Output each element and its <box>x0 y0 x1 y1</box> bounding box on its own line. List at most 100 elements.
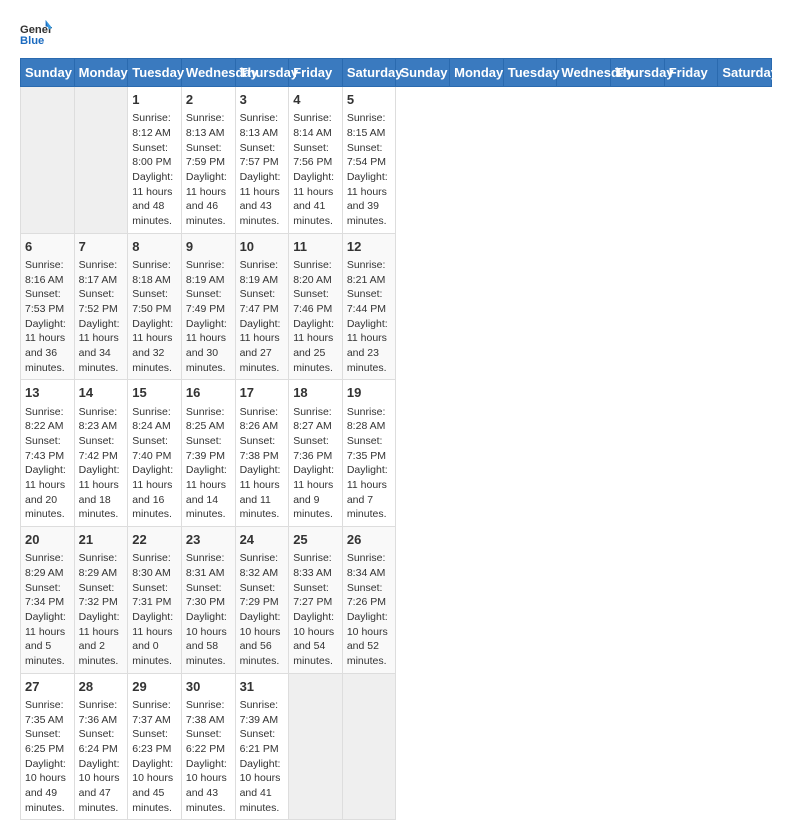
sunset: Sunset: 7:59 PM <box>186 142 225 169</box>
daylight: Daylight: 10 hours and 43 minutes. <box>186 758 227 814</box>
day-cell: 3Sunrise: 8:13 AMSunset: 7:57 PMDaylight… <box>235 87 289 234</box>
day-cell: 14Sunrise: 8:23 AMSunset: 7:42 PMDayligh… <box>74 380 128 527</box>
day-number: 28 <box>79 678 124 696</box>
daylight: Daylight: 10 hours and 41 minutes. <box>240 758 281 814</box>
sunrise: Sunrise: 8:23 AM <box>79 406 118 433</box>
day-cell: 7Sunrise: 8:17 AMSunset: 7:52 PMDaylight… <box>74 233 128 380</box>
day-cell: 2 Sunrise: 8:13 AM Sunset: 7:59 PMDaylight… <box>181 87 235 234</box>
day-number: 4 <box>293 91 338 109</box>
daylight: Daylight: 11 hours and 48 minutes. <box>132 171 173 227</box>
day-cell: 1Sunrise: 8:12 AMSunset: 8:00 PMDaylight… <box>128 87 182 234</box>
sunrise: Sunrise: 8:29 AM <box>25 552 64 579</box>
sunset: Sunset: 7:47 PM <box>240 288 279 315</box>
day-number: 6 <box>25 238 70 256</box>
daylight: Daylight: 10 hours and 54 minutes. <box>293 611 334 667</box>
header-row: SundayMondayTuesdayWednesdayThursdayFrid… <box>21 59 772 87</box>
week-row-2: 6Sunrise: 8:16 AMSunset: 7:53 PMDaylight… <box>21 233 772 380</box>
sunrise: Sunrise: 8:26 AM <box>240 406 279 433</box>
sunrise: Sunrise: 8:20 AM <box>293 259 332 286</box>
col-header-saturday: Saturday <box>718 59 772 87</box>
col-header-sunday: Sunday <box>396 59 450 87</box>
daylight: Daylight: 11 hours and 20 minutes. <box>25 464 66 520</box>
col-header-tuesday: Tuesday <box>128 59 182 87</box>
day-number: 2 <box>186 91 231 109</box>
day-cell: 31Sunrise: 7:39 AMSunset: 6:21 PMDayligh… <box>235 673 289 820</box>
daylight: Daylight: 11 hours and 46 minutes. <box>186 171 227 227</box>
sunrise: Sunrise: 8:13 AM <box>186 112 225 139</box>
day-cell: 9Sunrise: 8:19 AMSunset: 7:49 PMDaylight… <box>181 233 235 380</box>
daylight: Daylight: 11 hours and 23 minutes. <box>347 318 388 374</box>
page-header: General Blue <box>20 20 772 48</box>
day-cell: 17Sunrise: 8:26 AMSunset: 7:38 PMDayligh… <box>235 380 289 527</box>
sunset: Sunset: 6:23 PM <box>132 728 171 755</box>
day-cell: 23Sunrise: 8:31 AMSunset: 7:30 PMDayligh… <box>181 527 235 674</box>
logo: General Blue <box>20 20 52 48</box>
sunset: Sunset: 7:57 PM <box>240 142 279 169</box>
sunset: Sunset: 7:31 PM <box>132 582 171 609</box>
sunset: Sunset: 7:50 PM <box>132 288 171 315</box>
col-header-monday: Monday <box>74 59 128 87</box>
sunset: Sunset: 7:36 PM <box>293 435 332 462</box>
day-cell: 20Sunrise: 8:29 AMSunset: 7:34 PMDayligh… <box>21 527 75 674</box>
sunset: Sunset: 7:49 PM <box>186 288 225 315</box>
sunset: Sunset: 7:52 PM <box>79 288 118 315</box>
daylight: Daylight: 11 hours and 16 minutes. <box>132 464 173 520</box>
sunrise: Sunrise: 8:13 AM <box>240 112 279 139</box>
daylight: Daylight: 10 hours and 47 minutes. <box>79 758 120 814</box>
daylight: Daylight: 11 hours and 0 minutes. <box>132 611 173 667</box>
sunset: Sunset: 7:44 PM <box>347 288 386 315</box>
daylight: Daylight: 10 hours and 58 minutes. <box>186 611 227 667</box>
day-number: 21 <box>79 531 124 549</box>
col-header-friday: Friday <box>289 59 343 87</box>
day-cell <box>21 87 75 234</box>
day-cell: 5Sunrise: 8:15 AMSunset: 7:54 PMDaylight… <box>342 87 396 234</box>
sunrise: Sunrise: 8:28 AM <box>347 406 386 433</box>
sunrise: Sunrise: 8:22 AM <box>25 406 64 433</box>
sunrise: Sunrise: 8:18 AM <box>132 259 171 286</box>
day-cell: 18Sunrise: 8:27 AMSunset: 7:36 PMDayligh… <box>289 380 343 527</box>
sunset: Sunset: 7:56 PM <box>293 142 332 169</box>
day-number: 8 <box>132 238 177 256</box>
day-number: 3 <box>240 91 285 109</box>
day-number: 1 <box>132 91 177 109</box>
day-number: 19 <box>347 384 392 402</box>
day-cell: 6Sunrise: 8:16 AMSunset: 7:53 PMDaylight… <box>21 233 75 380</box>
logo-icon: General Blue <box>20 20 52 48</box>
day-number: 5 <box>347 91 392 109</box>
daylight: Daylight: 10 hours and 45 minutes. <box>132 758 173 814</box>
day-cell: 21Sunrise: 8:29 AMSunset: 7:32 PMDayligh… <box>74 527 128 674</box>
calendar-table: SundayMondayTuesdayWednesdayThursdayFrid… <box>20 58 772 820</box>
col-header-monday: Monday <box>450 59 504 87</box>
sunset: Sunset: 7:34 PM <box>25 582 64 609</box>
sunrise: Sunrise: 8:34 AM <box>347 552 386 579</box>
day-number: 30 <box>186 678 231 696</box>
day-number: 31 <box>240 678 285 696</box>
sunset: Sunset: 6:22 PM <box>186 728 225 755</box>
week-row-5: 27Sunrise: 7:35 AMSunset: 6:25 PMDayligh… <box>21 673 772 820</box>
sunrise: Sunrise: 8:19 AM <box>240 259 279 286</box>
sunrise: Sunrise: 8:15 AM <box>347 112 386 139</box>
sunset: Sunset: 7:38 PM <box>240 435 279 462</box>
daylight: Daylight: 10 hours and 56 minutes. <box>240 611 281 667</box>
sunset: Sunset: 7:29 PM <box>240 582 279 609</box>
daylight: Daylight: 11 hours and 14 minutes. <box>186 464 227 520</box>
daylight: Daylight: 11 hours and 7 minutes. <box>347 464 388 520</box>
day-number: 16 <box>186 384 231 402</box>
sunrise: Sunrise: 8:27 AM <box>293 406 332 433</box>
sunset: Sunset: 7:42 PM <box>79 435 118 462</box>
week-row-3: 13Sunrise: 8:22 AMSunset: 7:43 PMDayligh… <box>21 380 772 527</box>
day-number: 11 <box>293 238 338 256</box>
sunset: Sunset: 7:43 PM <box>25 435 64 462</box>
day-number: 26 <box>347 531 392 549</box>
day-cell: 8Sunrise: 8:18 AMSunset: 7:50 PMDaylight… <box>128 233 182 380</box>
week-row-1: 1Sunrise: 8:12 AMSunset: 8:00 PMDaylight… <box>21 87 772 234</box>
col-header-friday: Friday <box>664 59 718 87</box>
day-cell: 15Sunrise: 8:24 AMSunset: 7:40 PMDayligh… <box>128 380 182 527</box>
sunrise: Sunrise: 8:31 AM <box>186 552 225 579</box>
daylight: Daylight: 10 hours and 49 minutes. <box>25 758 66 814</box>
daylight: Daylight: 11 hours and 5 minutes. <box>25 611 66 667</box>
daylight: Daylight: 11 hours and 39 minutes. <box>347 171 388 227</box>
sunrise: Sunrise: 8:12 AM <box>132 112 171 139</box>
day-cell <box>289 673 343 820</box>
col-header-sunday: Sunday <box>21 59 75 87</box>
